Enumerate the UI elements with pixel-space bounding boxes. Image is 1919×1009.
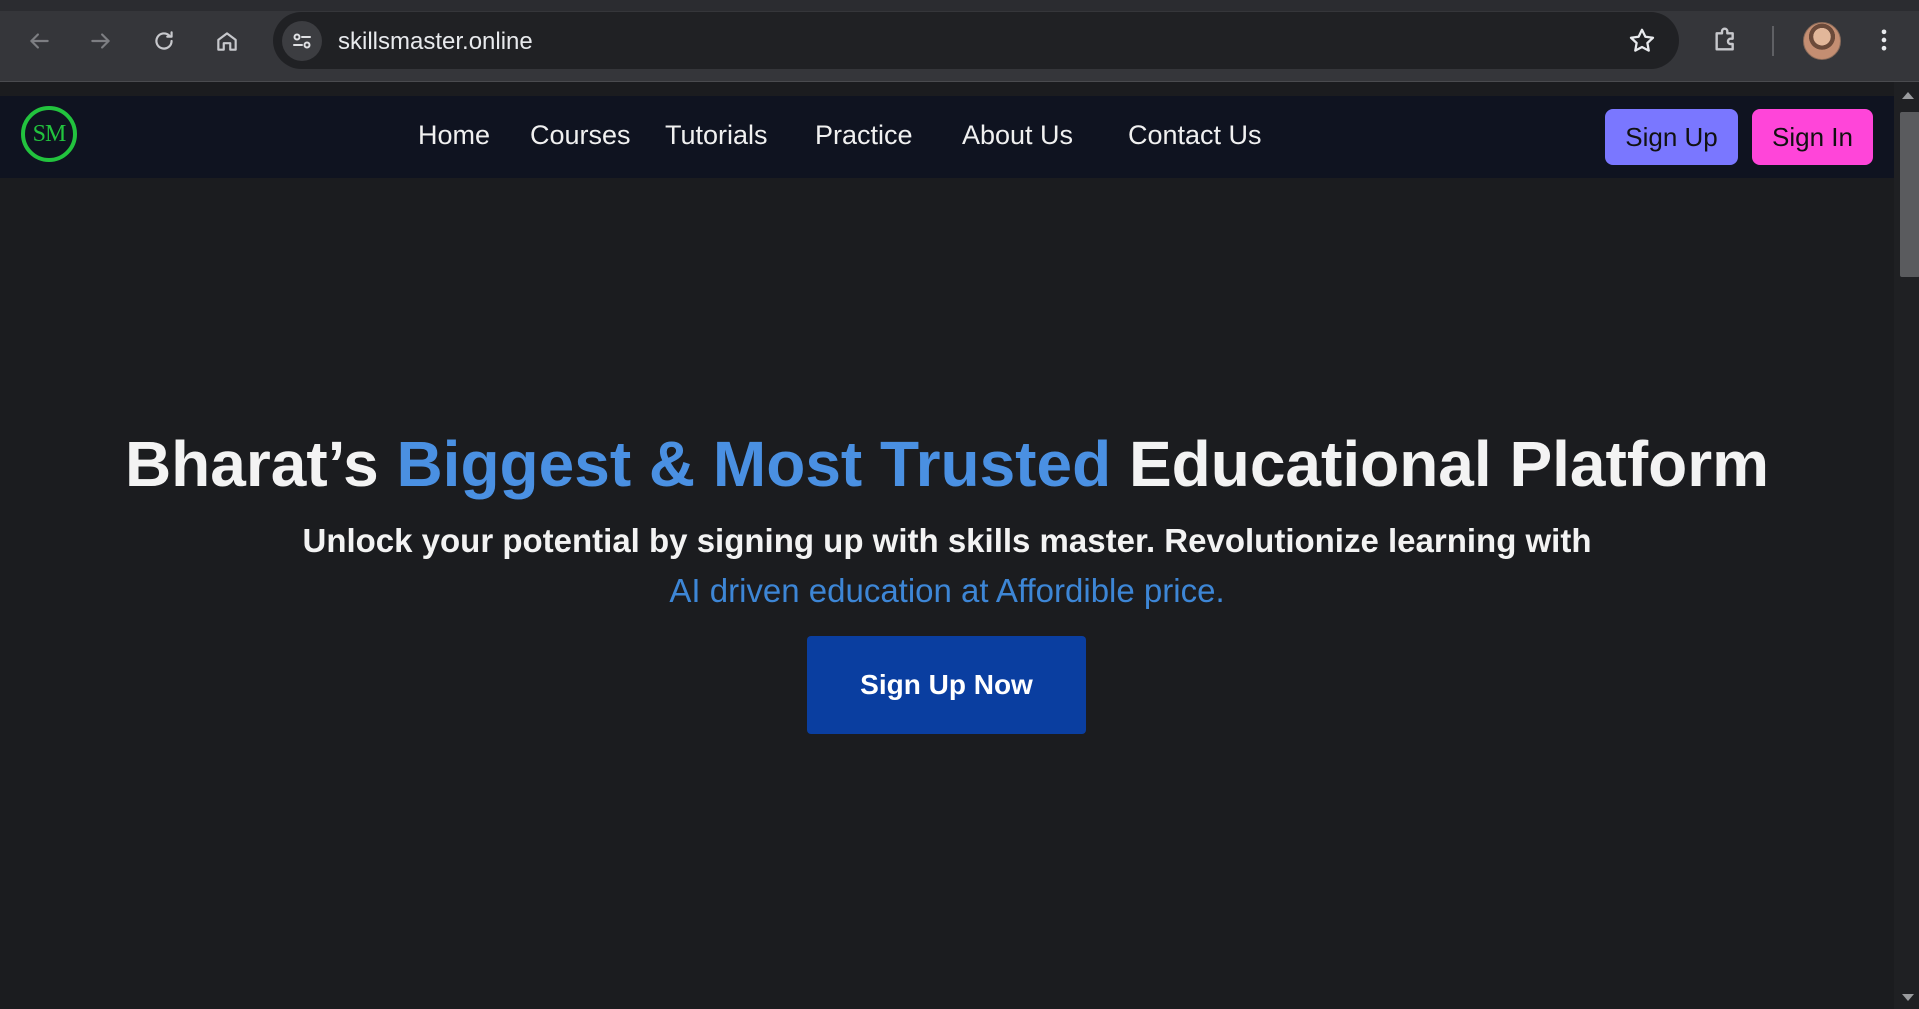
hero-title-highlight: Biggest & Most Trusted: [396, 428, 1112, 500]
nav-link-home[interactable]: Home: [418, 120, 490, 151]
arrow-right-icon: [91, 33, 110, 49]
hero-subtitle-line2: AI driven education at Affordible price.: [669, 572, 1225, 609]
site-info-button[interactable]: [282, 21, 322, 61]
sign-up-now-button[interactable]: Sign Up Now: [807, 636, 1086, 734]
browser-toolbar: skillsmaster.online: [0, 0, 1919, 82]
puzzle-icon[interactable]: [1710, 24, 1742, 56]
address-bar[interactable]: skillsmaster.online: [273, 12, 1679, 69]
home-button[interactable]: [207, 21, 247, 61]
sign-in-button[interactable]: Sign In: [1752, 109, 1873, 165]
scroll-up-arrow[interactable]: [1902, 92, 1914, 99]
reload-button[interactable]: [144, 21, 184, 61]
url-text[interactable]: skillsmaster.online: [338, 28, 533, 56]
scroll-down-arrow[interactable]: [1902, 994, 1914, 1001]
hero-title-part2: Educational Platform: [1111, 428, 1770, 500]
nav-link-contact-us[interactable]: Contact Us: [1128, 120, 1262, 151]
sign-up-button[interactable]: Sign Up: [1605, 109, 1738, 165]
nav-link-courses[interactable]: Courses: [530, 120, 631, 151]
nav-link-about-us[interactable]: About Us: [962, 120, 1073, 151]
nav-link-tutorials[interactable]: Tutorials: [665, 120, 768, 151]
hero-title-part1: Bharat’s: [124, 428, 397, 500]
reload-icon: [155, 31, 173, 50]
scrollbar-thumb[interactable]: [1900, 112, 1919, 277]
home-icon: [217, 32, 237, 51]
hero-title: Bharat’s Biggest & Most Trusted Educatio…: [0, 427, 1894, 501]
site-logo[interactable]: SM: [21, 106, 77, 162]
tab-strip: [0, 0, 1919, 11]
site-navbar: SM Home Courses Tutorials Practice About…: [0, 96, 1894, 178]
kebab-menu-icon[interactable]: [1870, 24, 1898, 56]
back-button[interactable]: [19, 21, 59, 61]
forward-button[interactable]: [81, 21, 121, 61]
scrollbar[interactable]: [1894, 82, 1919, 1009]
avatar[interactable]: [1803, 22, 1841, 60]
star-icon[interactable]: [1627, 26, 1657, 56]
tune-icon: [293, 33, 311, 49]
arrow-left-icon: [30, 33, 49, 49]
toolbar-divider: [1772, 26, 1774, 56]
page-viewport: SM Home Courses Tutorials Practice About…: [0, 82, 1919, 1009]
nav-link-practice[interactable]: Practice: [815, 120, 913, 151]
hero-subtitle-line1: Unlock your potential by signing up with…: [302, 522, 1592, 559]
